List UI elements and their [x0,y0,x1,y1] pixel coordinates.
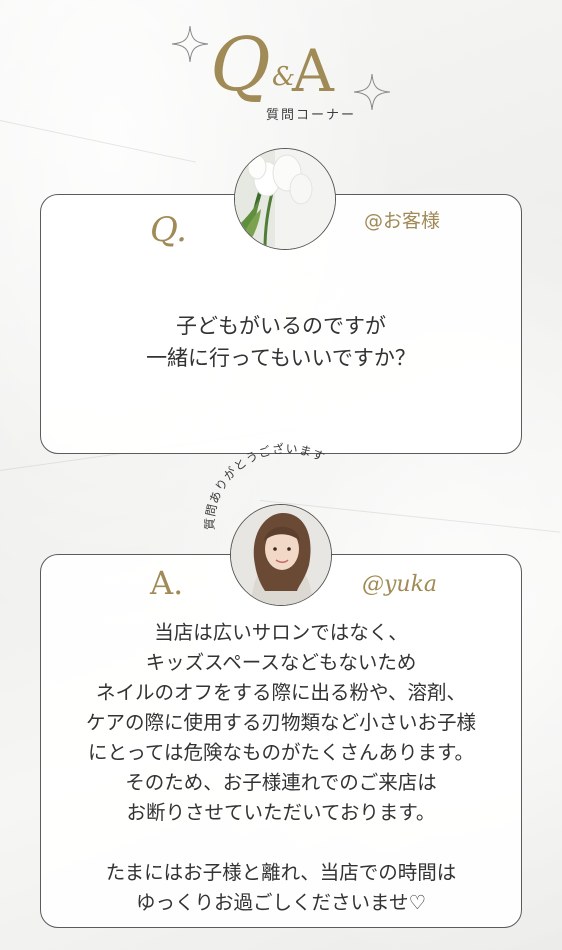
answer-line: 当店は広いサロンではなく、 [154,621,408,644]
answer-line: たまにはお子様と離れ、当店での時間は [105,861,457,884]
staff-handle: @yuka [362,572,438,597]
answer-line: ネイルのオフをする際に出る粉や、溶剤、 [96,681,466,704]
answer-letter: A. [150,564,184,602]
answer-line: キッズスペースなどもないため [145,651,417,674]
answer-line: ケアの際に使用する刃物類など小さいお子様 [85,711,476,734]
staff-photo-icon [231,505,331,605]
answer-line: にとっては危険なものがたくさんあります。 [87,741,475,764]
answer-text: 当店は広いサロンではなく、 キッズスペースなどもないため ネイルのオフをする際に… [42,618,520,918]
staff-avatar [230,504,332,606]
answer-line: ゆっくりお過ごしくださいませ♡ [136,891,426,914]
answer-line: お断りさせていただいております。 [126,801,436,824]
answer-line: そのため、お子様連れでのご来店は [125,771,437,794]
